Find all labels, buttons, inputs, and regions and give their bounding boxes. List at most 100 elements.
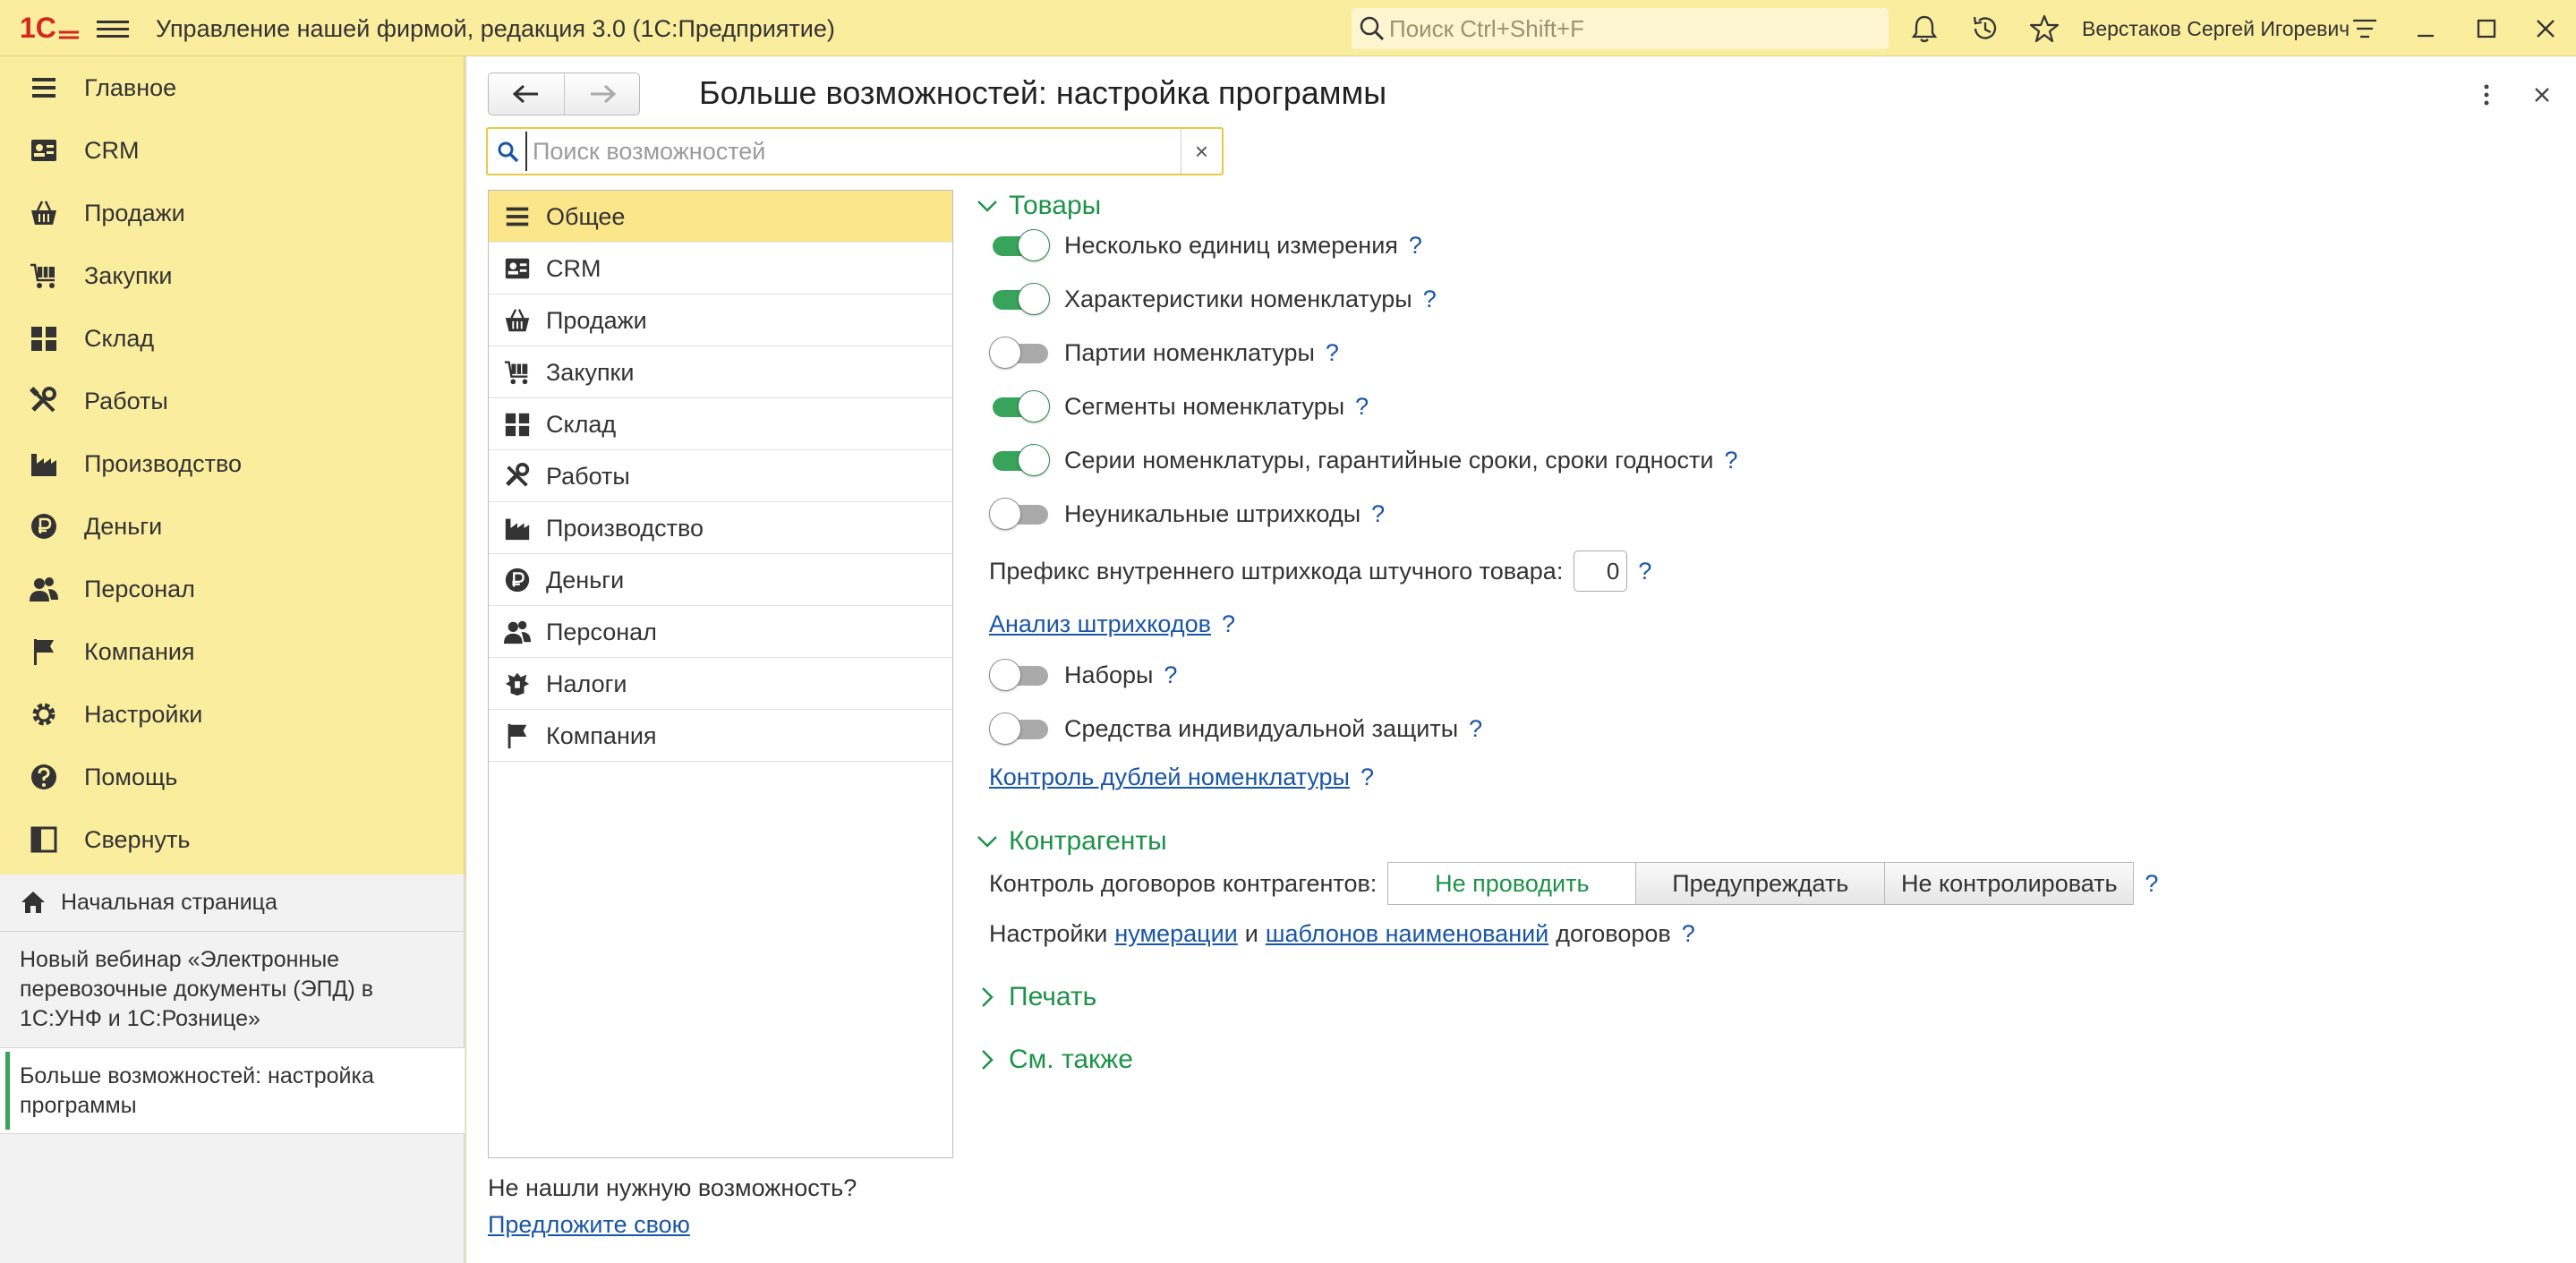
window-webinar[interactable]: Новый вебинар «Электронные перевозочные … <box>0 932 465 1048</box>
group-print-title: Печать <box>1009 982 1097 1011</box>
clear-search-button[interactable]: × <box>1181 129 1222 174</box>
name-templates-link[interactable]: шаблонов наименований <box>1266 920 1548 948</box>
sets-toggle[interactable] <box>989 658 1050 692</box>
contract-settings-prefix: Настройки <box>989 920 1108 947</box>
close-form-icon[interactable] <box>2527 80 2557 110</box>
nav-item-main[interactable]: Главное <box>0 56 465 119</box>
nav-item-crm[interactable]: CRM <box>0 119 465 182</box>
global-search-input[interactable] <box>1389 8 1872 49</box>
history-nav <box>488 73 640 115</box>
main-menu-icon[interactable] <box>97 16 129 41</box>
characteristics-toggle[interactable] <box>989 282 1050 316</box>
maximize-icon[interactable] <box>2470 13 2503 45</box>
star-icon[interactable] <box>2028 13 2060 45</box>
search-icon <box>1360 16 1385 41</box>
help-link[interactable]: ? <box>1469 715 1482 743</box>
segments-toggle[interactable] <box>989 389 1050 423</box>
nav-item-works[interactable]: Работы <box>0 370 465 432</box>
settings-sliders-icon[interactable] <box>2349 13 2381 45</box>
more-actions-icon[interactable] <box>2471 80 2502 110</box>
barcode-analysis-link[interactable]: Анализ штрихкодов <box>989 610 1211 638</box>
nav-item-personnel[interactable]: Персонал <box>0 558 465 620</box>
contract-control-option-warn[interactable]: Предупреждать <box>1636 862 1886 905</box>
window-home-label: Начальная страница <box>61 890 277 915</box>
nav-item-label: Закупки <box>84 261 173 289</box>
section-warehouse[interactable]: Склад <box>489 398 952 450</box>
history-icon[interactable] <box>1969 13 2001 45</box>
group-print-header[interactable]: Печать <box>975 982 1096 1012</box>
section-company[interactable]: Компания <box>489 710 952 762</box>
minimize-icon[interactable] <box>2410 13 2442 45</box>
section-purchases[interactable]: Закупки <box>489 346 952 398</box>
nav-item-production[interactable]: Производство <box>0 432 465 495</box>
help-link[interactable]: ? <box>1361 764 1374 791</box>
section-taxes[interactable]: Налоги <box>489 658 952 710</box>
numbering-link[interactable]: нумерации <box>1114 920 1237 948</box>
help-link[interactable]: ? <box>1409 232 1422 260</box>
nav-item-company[interactable]: Компания <box>0 620 465 683</box>
series-toggle[interactable] <box>989 443 1050 477</box>
window-current[interactable]: Больше возможностей: настройка программы <box>0 1048 465 1134</box>
help-link[interactable]: ? <box>1326 339 1339 367</box>
help-link[interactable]: ? <box>1638 558 1651 585</box>
help-link[interactable]: ? <box>1423 286 1437 313</box>
back-button[interactable] <box>489 73 564 115</box>
nav-item-sales[interactable]: Продажи <box>0 182 465 244</box>
section-crm[interactable]: CRM <box>489 243 952 294</box>
option-label: Характеристики номенклатуры <box>1064 285 1412 312</box>
app-title: Управление нашей фирмой, редакция 3.0 (1… <box>156 15 835 42</box>
barcode-analysis-row: Анализ штрихкодов ? <box>989 610 1235 638</box>
basket-icon <box>505 309 530 332</box>
feature-search[interactable]: × <box>486 127 1224 175</box>
section-money[interactable]: Деньги <box>489 554 952 606</box>
nav-item-purchases[interactable]: Закупки <box>0 244 465 307</box>
help-link[interactable]: ? <box>1222 610 1235 638</box>
nav-item-help[interactable]: Помощь <box>0 746 465 808</box>
bell-icon[interactable] <box>1908 13 1941 45</box>
help-link[interactable]: ? <box>2145 870 2158 898</box>
section-production[interactable]: Производство <box>489 502 952 554</box>
section-label: Склад <box>546 411 617 438</box>
option-label: Наборы <box>1064 661 1154 688</box>
forward-button[interactable] <box>564 73 639 115</box>
help-link[interactable]: ? <box>1682 920 1695 948</box>
factory-icon <box>505 518 530 541</box>
units-toggle[interactable] <box>989 228 1050 262</box>
window-home[interactable]: Начальная страница <box>0 875 465 932</box>
ppe-toggle[interactable] <box>989 712 1050 746</box>
option-characteristics: Характеристики номенклатуры ? <box>989 282 1437 316</box>
list-icon <box>506 207 529 226</box>
global-search[interactable] <box>1352 8 1889 49</box>
section-label: Персонал <box>546 619 657 645</box>
batches-toggle[interactable] <box>989 336 1050 370</box>
section-sales[interactable]: Продажи <box>489 294 952 346</box>
help-link[interactable]: ? <box>1371 500 1385 528</box>
help-link[interactable]: ? <box>1164 661 1177 689</box>
duplicates-control-link[interactable]: Контроль дублей номенклатуры <box>989 764 1350 791</box>
option-label: Серии номенклатуры, гарантийные сроки, с… <box>1064 446 1714 474</box>
feature-search-input[interactable] <box>525 132 1179 171</box>
nav-item-warehouse[interactable]: Склад <box>0 307 465 370</box>
suggest-feature-link[interactable]: Предложите свою <box>488 1211 690 1239</box>
nav-item-collapse[interactable]: Свернуть <box>0 808 465 871</box>
group-see-also-header[interactable]: См. также <box>975 1045 1133 1075</box>
help-link[interactable]: ? <box>1355 393 1369 421</box>
section-personnel[interactable]: Персонал <box>489 606 952 658</box>
contract-control-option-off[interactable]: Не контролировать <box>1885 862 2135 905</box>
close-app-icon[interactable] <box>2529 13 2562 45</box>
user-name[interactable]: Верстаков Сергей Игоревич <box>2082 17 2350 41</box>
nav-item-settings[interactable]: Настройки <box>0 683 465 746</box>
warehouse-icon <box>31 327 56 351</box>
cart-icon <box>504 361 528 385</box>
nonunique-barcodes-toggle[interactable] <box>989 497 1050 531</box>
section-general[interactable]: Общее <box>489 191 952 243</box>
section-works[interactable]: Работы <box>489 450 952 502</box>
nav-item-money[interactable]: Деньги <box>0 495 465 558</box>
group-counterparties-header[interactable]: Контрагенты <box>975 826 1167 857</box>
contract-control-option-none[interactable]: Не проводить <box>1387 862 1637 905</box>
help-link[interactable]: ? <box>1724 447 1737 474</box>
option-series: Серии номенклатуры, гарантийные сроки, с… <box>989 443 1737 477</box>
barcode-prefix-input[interactable] <box>1574 550 1628 592</box>
group-goods-title: Товары <box>1009 191 1102 220</box>
group-goods-header[interactable]: Товары <box>975 191 1101 221</box>
